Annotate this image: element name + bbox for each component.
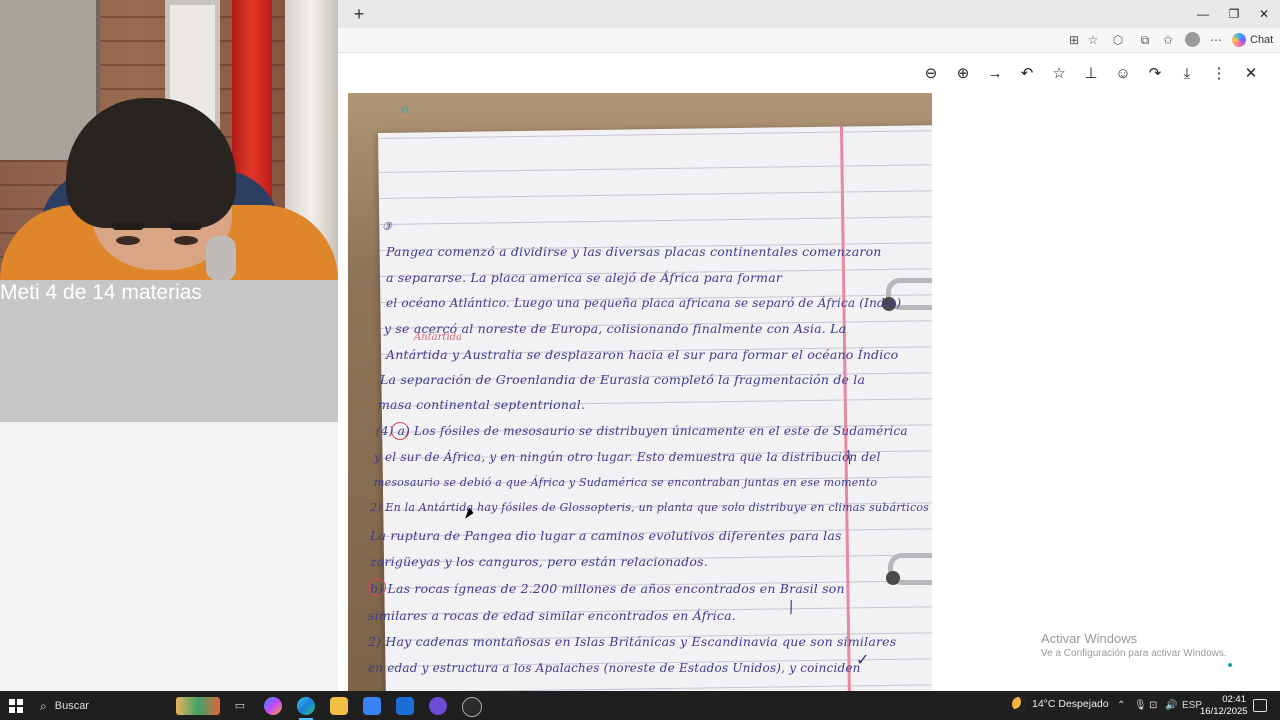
search-highlight-icon[interactable] — [176, 697, 220, 715]
notification-icon[interactable] — [1253, 699, 1267, 712]
handwritten-line: a separarse. La placa america se alejó d… — [386, 270, 783, 285]
copilot-icon — [1232, 33, 1246, 47]
time: 02:41 — [1222, 694, 1246, 705]
split-screen-icon[interactable]: ⧉ — [1137, 33, 1153, 47]
curtain — [232, 0, 272, 200]
volume-icon[interactable]: 🔊 — [1165, 700, 1177, 711]
handwritten-line: similares a rocas de edad similar encont… — [368, 608, 736, 623]
close-viewer-icon[interactable]: ✕ — [1241, 64, 1261, 84]
share-icon[interactable]: ↷ — [1145, 64, 1165, 84]
task-view-icon[interactable]: ▭ — [231, 697, 249, 715]
chat-label: Chat — [1250, 34, 1274, 46]
eye — [116, 236, 140, 245]
forward-icon[interactable]: → — [985, 64, 1005, 84]
tab-bar — [338, 0, 1280, 28]
profile-icon[interactable] — [1185, 32, 1200, 47]
handwritten-line: 2) Hay cadenas montañosas en Islas Britá… — [368, 634, 897, 649]
restore-icon[interactable]: ❐ — [1224, 6, 1244, 22]
watermark-subtitle: Ve a Configuración para activar Windows. — [1041, 648, 1227, 659]
handwritten-line: 2) En la Antártida hay fósiles de Glosso… — [370, 501, 930, 514]
reply-icon[interactable]: ↶ — [1017, 64, 1037, 84]
moon-icon — [1012, 697, 1026, 711]
eyebrow — [170, 222, 202, 230]
binder-hole — [886, 571, 900, 585]
handwritten-line: zarigüeyas y los canguros, pero están re… — [370, 554, 708, 569]
status-dot — [1228, 663, 1232, 667]
search-placeholder: Buscar — [54, 700, 89, 712]
handwritten-line: La ruptura de Pangea dio lugar a caminos… — [370, 528, 842, 543]
more-vertical-icon[interactable]: ⋮ — [1209, 64, 1229, 84]
watermark-title: Activar Windows — [1041, 631, 1138, 646]
favorites-icon[interactable]: ✩ — [1160, 33, 1176, 47]
handwritten-number: ③ — [382, 220, 392, 233]
close-icon[interactable]: ✕ — [1254, 6, 1274, 22]
favorite-star-icon[interactable]: ☆ — [1085, 33, 1101, 47]
handwritten-line: y el sur de África, y en ningún otro lug… — [374, 450, 881, 464]
chrome-profile-icon[interactable] — [429, 697, 447, 715]
notebook-photo — [348, 93, 932, 691]
headphone — [206, 236, 236, 280]
weather-widget[interactable]: 14°C Despejado — [1012, 697, 1109, 711]
language-indicator[interactable]: ESP — [1182, 700, 1202, 711]
edge-icon[interactable] — [297, 697, 315, 715]
margin-note: Antártida — [414, 332, 463, 343]
chat-button[interactable]: Chat — [1232, 31, 1273, 49]
check-mark: ✓ — [856, 650, 870, 669]
extensions-icon[interactable]: ⬡ — [1110, 33, 1126, 47]
copilot-taskbar-icon[interactable] — [264, 697, 282, 715]
date: 16/12/2025 — [1200, 706, 1248, 717]
chevron-up-icon[interactable]: ⌃ — [1117, 700, 1125, 711]
handwritten-line: masa continental septentrional. — [378, 397, 586, 412]
chatgpt-icon[interactable] — [462, 697, 482, 717]
handwritten-line: el océano Atlántico. Luego una pequeña p… — [386, 296, 902, 310]
handwritten-line: Pangea comenzó a dividirse y las diversa… — [386, 244, 882, 259]
store-icon[interactable] — [363, 697, 381, 715]
file-explorer-icon[interactable] — [330, 697, 348, 715]
activation-watermark: Activar Windows Ve a Configuración para … — [1041, 631, 1227, 659]
outlook-icon[interactable] — [396, 697, 414, 715]
cursor-dot — [402, 107, 408, 113]
pin-icon[interactable]: ⊥ — [1081, 64, 1101, 84]
app-available-icon[interactable]: ⊞ — [1066, 33, 1082, 47]
eye — [174, 236, 198, 245]
plus-icon[interactable]: + — [349, 5, 369, 23]
windows-start-icon[interactable] — [9, 699, 23, 713]
emoji-icon[interactable]: ☺ — [1113, 64, 1133, 84]
margin-line — [839, 126, 852, 691]
zoom-in-icon[interactable]: ⊕ — [953, 64, 973, 84]
eyebrow — [112, 222, 144, 230]
search-icon: ⌕ — [40, 698, 47, 713]
webcam-caption: Meti 4 de 14 materias — [0, 281, 202, 304]
weather-text: 14°C Despejado — [1032, 698, 1109, 710]
more-icon[interactable]: ⋯ — [1208, 33, 1224, 47]
handwritten-line: b) Las rocas ígneas de 2.200 millones de… — [370, 581, 845, 596]
zoom-out-icon[interactable]: ⊖ — [921, 64, 941, 84]
handwritten-line: en edad y estructura a los Apalaches (no… — [368, 661, 861, 675]
clock[interactable]: 02:41 16/12/2025 — [1200, 694, 1248, 718]
handwritten-line: mesosaurio se debió a que África y Sudam… — [374, 476, 878, 489]
handwritten-line: Antártida y Australia se desplazaron hac… — [386, 347, 899, 362]
download-icon[interactable]: ⤓ — [1177, 64, 1197, 84]
microphone-icon[interactable]: 🎙 — [1134, 700, 1147, 711]
webcam-feed — [0, 0, 338, 280]
star-icon[interactable]: ☆ — [1049, 64, 1069, 84]
handwritten-line: La separación de Groenlandia de Eurasia … — [380, 372, 866, 387]
handwritten-line: (4) a) Los fósiles de mesosaurio se dist… — [376, 424, 908, 438]
minimize-icon[interactable]: — — [1193, 6, 1213, 22]
network-icon[interactable]: ⊡ — [1149, 700, 1157, 711]
